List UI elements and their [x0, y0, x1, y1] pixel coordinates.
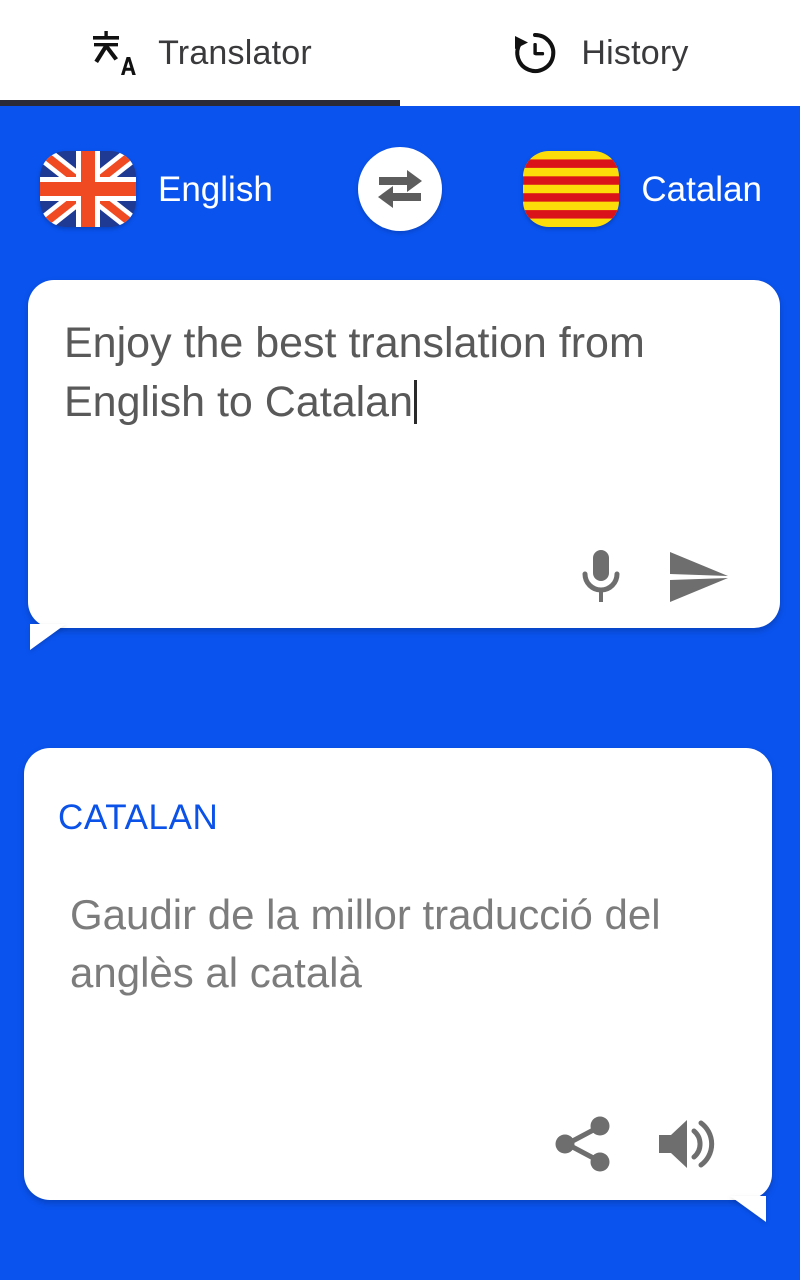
translated-text: Gaudir de la millor traducció del anglès…: [70, 891, 661, 996]
volume-up-icon: [656, 1117, 716, 1171]
output-card-tail: [730, 1196, 766, 1222]
translator-app-screen: Translator History English Catalan Enjoy…: [0, 0, 800, 1280]
send-button[interactable]: [668, 550, 730, 604]
input-card-tail: [30, 624, 66, 650]
output-card-actions: [554, 1116, 716, 1172]
text-caret: [414, 380, 417, 425]
tab-history[interactable]: History: [400, 0, 800, 106]
share-icon: [554, 1116, 612, 1172]
tab-translator[interactable]: Translator: [0, 0, 400, 106]
swap-languages-button[interactable]: [358, 147, 442, 231]
translation-result-card[interactable]: CATALAN Gaudir de la millor traducció de…: [24, 748, 772, 1222]
source-text-area[interactable]: Enjoy the best translation from English …: [64, 314, 740, 433]
source-text-card[interactable]: Enjoy the best translation from English …: [28, 280, 780, 650]
result-language-label: CATALAN: [58, 798, 219, 837]
source-text-value: Enjoy the best translation from English …: [64, 319, 657, 427]
tab-history-label: History: [581, 34, 689, 72]
microphone-button[interactable]: [578, 548, 624, 606]
input-card-actions: [578, 548, 730, 606]
top-tab-bar: Translator History: [0, 0, 800, 106]
language-selector-bar: English Catalan: [0, 106, 800, 272]
translate-icon: [88, 29, 136, 77]
share-button[interactable]: [554, 1116, 612, 1172]
target-language-selector[interactable]: Catalan: [523, 151, 762, 227]
target-language-label: Catalan: [641, 169, 762, 209]
swap-horizontal-icon: [375, 167, 425, 211]
source-language-label: English: [158, 169, 273, 209]
catalan-flag-icon: [523, 151, 620, 227]
send-icon: [668, 550, 730, 604]
speak-button[interactable]: [656, 1117, 716, 1171]
source-language-selector[interactable]: English: [40, 151, 273, 227]
microphone-icon: [578, 548, 624, 606]
uk-flag-icon: [40, 151, 136, 227]
history-icon: [511, 29, 559, 77]
tab-translator-label: Translator: [158, 34, 312, 72]
